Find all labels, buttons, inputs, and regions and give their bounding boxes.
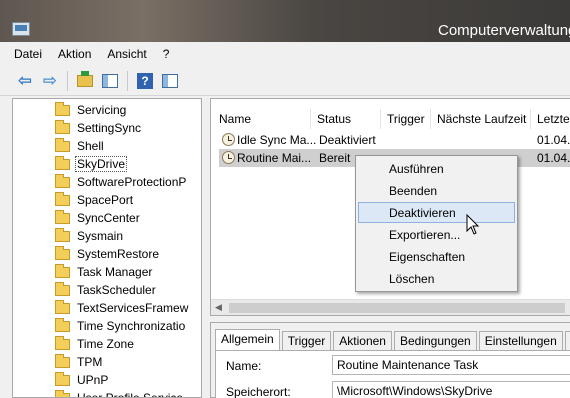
column-header-status[interactable]: Status (311, 109, 381, 129)
column-header-name[interactable]: Name (213, 109, 311, 129)
tree-item-skydrive[interactable]: SkyDrive (55, 155, 128, 173)
tree-item[interactable]: User Profile Service (55, 389, 185, 397)
tab-bedingungen[interactable]: Bedingungen (393, 331, 477, 351)
menu-datei[interactable]: Datei (14, 47, 42, 61)
menu-item-export[interactable]: Exportieren... (358, 224, 515, 245)
tree-item[interactable]: SettingSync (55, 119, 143, 137)
help-button[interactable]: ? (134, 70, 156, 92)
menu-item-end[interactable]: Beenden (358, 180, 515, 201)
folder-icon (55, 353, 70, 368)
location-field[interactable]: \Microsoft\Windows\SkyDrive (332, 381, 570, 398)
folder-icon (55, 245, 70, 260)
tab-verlauf[interactable]: V (564, 331, 570, 351)
tree-item[interactable]: TaskScheduler (55, 281, 158, 299)
tree-item[interactable]: SystemRestore (55, 245, 161, 263)
tree-item[interactable]: SyncCenter (55, 209, 142, 227)
task-last-run: 01.04.2 (537, 151, 570, 165)
column-header-next-run[interactable]: Nächste Laufzeit (431, 109, 531, 129)
back-button[interactable]: ⇦ (14, 70, 36, 92)
computer-management-icon (12, 22, 30, 36)
folder-icon (55, 299, 70, 314)
folder-icon (55, 281, 70, 296)
title-bar: Computerverwaltung (0, 0, 570, 42)
tab-aktionen[interactable]: Aktionen (333, 331, 392, 351)
back-arrow-icon: ⇦ (17, 71, 33, 90)
navigation-tree[interactable]: Servicing SettingSync Shell SkyDrive Sof… (12, 98, 202, 398)
up-folder-icon (77, 70, 93, 87)
folder-icon (55, 335, 70, 350)
action-pane-icon (162, 73, 178, 88)
help-icon: ? (137, 72, 153, 89)
scroll-left-icon[interactable]: ◀ (215, 302, 222, 313)
name-field[interactable]: Routine Maintenance Task (332, 355, 570, 375)
task-clock-icon (222, 151, 235, 164)
tree-item[interactable]: Time Zone (55, 335, 136, 353)
tree-item[interactable]: Servicing (55, 101, 128, 119)
folder-icon (55, 155, 70, 170)
action-pane-button[interactable] (159, 70, 181, 92)
tree-item[interactable]: TextServicesFramew (55, 299, 190, 317)
tab-allgemein[interactable]: Allgemein (215, 329, 280, 351)
folder-icon (55, 137, 70, 152)
folder-icon (55, 209, 70, 224)
window-title: Computerverwaltung (438, 22, 570, 39)
task-status: Bereit (319, 151, 351, 165)
folder-icon (55, 173, 70, 188)
folder-icon (55, 191, 70, 206)
task-clock-icon (222, 133, 235, 146)
mouse-cursor-icon (466, 214, 480, 235)
menu-item-disable[interactable]: Deaktivieren (358, 202, 515, 223)
location-label: Speicherort: (226, 385, 291, 398)
tab-einstellungen[interactable]: Einstellungen (478, 331, 563, 351)
task-status: Deaktiviert (319, 133, 376, 147)
task-name: Idle Sync Ma... (237, 133, 317, 147)
task-details-pane: Allgemein Trigger Aktionen Bedingungen E… (210, 322, 570, 398)
task-row[interactable]: Idle Sync Ma... Deaktiviert 01.04.2 (219, 131, 570, 149)
menu-item-run[interactable]: Ausführen (358, 158, 515, 179)
toolbar-separator (127, 70, 128, 91)
menu-aktion[interactable]: Aktion (58, 47, 91, 61)
show-hide-tree-icon (102, 73, 118, 88)
task-last-run: 01.04.2 (537, 133, 570, 147)
name-label: Name: (226, 359, 262, 373)
folder-icon (55, 227, 70, 242)
up-folder-button[interactable] (74, 70, 96, 92)
menu-item-delete[interactable]: Löschen (358, 268, 515, 289)
task-name: Routine Mai... (237, 151, 312, 165)
forward-arrow-icon: ⇨ (42, 71, 58, 90)
menu-ansicht[interactable]: Ansicht (107, 47, 146, 61)
context-menu: Ausführen Beenden Deaktivieren Exportier… (355, 155, 518, 292)
folder-icon (55, 371, 70, 386)
folder-icon (55, 317, 70, 332)
tab-trigger[interactable]: Trigger (281, 331, 332, 351)
scrollbar-thumb[interactable] (229, 303, 565, 313)
folder-icon (55, 389, 70, 397)
toolbar-separator (67, 70, 68, 91)
folder-icon (55, 263, 70, 278)
column-header-last-run[interactable]: Letzte (531, 109, 570, 129)
forward-button[interactable]: ⇨ (39, 70, 61, 92)
tree-item[interactable]: SoftwareProtectionP (55, 173, 188, 191)
folder-icon (55, 119, 70, 134)
tree-item[interactable]: UPnP (55, 371, 110, 389)
folder-icon (55, 101, 70, 116)
details-tabs: Allgemein Trigger Aktionen Bedingungen E… (215, 329, 570, 351)
column-header-trigger[interactable]: Trigger (381, 109, 431, 129)
show-hide-tree-button[interactable] (99, 70, 121, 92)
toolbar: ⇦ ⇨ ? (0, 66, 570, 96)
menu-help[interactable]: ? (163, 47, 170, 61)
horizontal-scrollbar[interactable]: ◀ (211, 299, 570, 315)
tree-item[interactable]: Shell (55, 137, 106, 155)
tree-item[interactable]: TPM (55, 353, 104, 371)
menu-item-properties[interactable]: Eigenschaften (358, 246, 515, 267)
details-body: Name: Routine Maintenance Task Speichero… (215, 350, 570, 398)
tree-item[interactable]: SpacePort (55, 191, 135, 209)
tree-item[interactable]: Time Synchronizatio (55, 317, 187, 335)
tree-item[interactable]: Task Manager (55, 263, 154, 281)
tree-item[interactable]: Sysmain (55, 227, 125, 245)
menu-bar: Datei Aktion Ansicht ? (0, 42, 570, 66)
